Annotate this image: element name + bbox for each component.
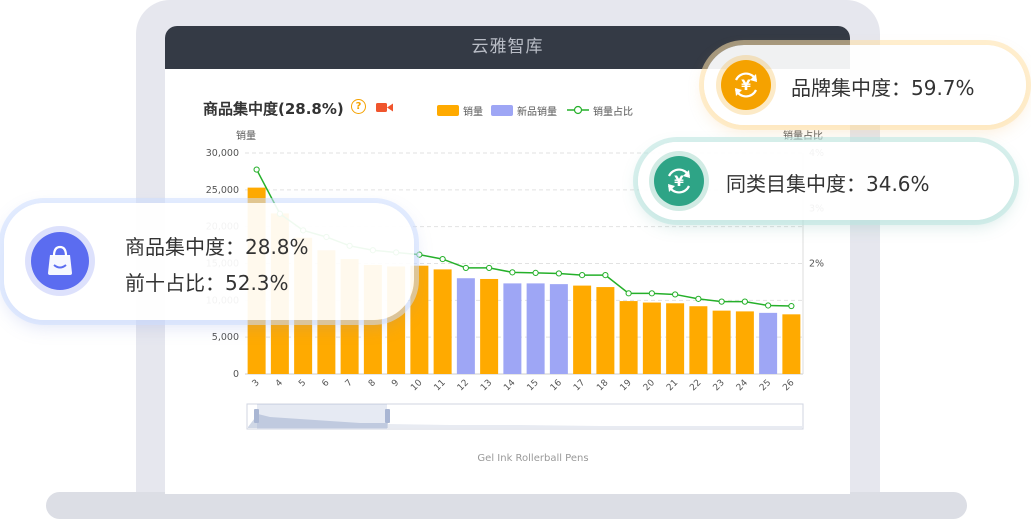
x-tick-label: 25 [758,378,773,393]
bar [456,278,475,374]
x-tick-label: 8 [367,378,378,389]
share-point [695,295,702,302]
share-point [532,269,539,276]
bar [759,312,778,374]
share-point [648,290,655,297]
brand-concentration-card: ¥ 品牌集中度：59.7% [704,45,1026,125]
svg-text:¥: ¥ [674,174,684,190]
y-tick-label: 25,000 [206,185,239,196]
yen-refresh-icon: ¥ [654,156,704,206]
bar [735,311,754,374]
bar [596,287,615,374]
x-axis-title: Gel Ink Rollerball Pens [477,453,588,464]
category-concentration-text: 同类目集中度：34.6% [726,172,930,196]
brand-concentration-text: 品牌集中度：59.7% [791,76,975,100]
bar [480,278,499,374]
share-point [555,270,562,277]
x-tick-label: 11 [433,378,448,393]
bar [689,306,708,374]
share-point [439,255,446,263]
bar [666,303,685,374]
x-tick-label: 21 [665,378,680,393]
share-point [509,269,516,276]
yen-refresh-icon: ¥ [721,60,771,110]
x-tick-label: 13 [479,378,494,393]
share-point [253,166,260,173]
svg-text:¥: ¥ [741,78,751,94]
share-point [416,251,423,258]
zoom-handle-left [254,409,259,423]
share-point [718,298,725,305]
zoom-slider-window [257,404,387,429]
share-point [462,264,469,272]
y-tick-label: 5,000 [212,332,239,343]
x-tick-label: 4 [274,378,285,389]
zoom-handle-right [385,409,390,423]
shopping-bag-icon [31,232,89,290]
product-concentration-card: 商品集中度：28.8% 前十占比：52.3% [4,203,414,320]
y2-tick-label: 2% [809,259,824,270]
share-point [741,298,748,305]
share-point [486,264,493,272]
bar [782,314,801,374]
y-tick-label: 30,000 [206,148,239,159]
x-tick-label: 15 [526,378,541,393]
bar [503,283,522,374]
x-tick-label: 22 [688,378,703,393]
share-point [672,291,679,298]
x-tick-label: 3 [251,378,262,389]
x-tick-label: 17 [572,378,587,393]
x-tick-label: 20 [642,378,657,393]
x-tick-label: 26 [781,378,796,393]
product-concentration-text: 商品集中度：28.8% [125,235,309,259]
bar [642,302,661,374]
bar [619,301,638,374]
x-tick-label: 19 [619,378,634,393]
x-tick-label: 18 [595,378,610,393]
share-point [579,272,586,279]
x-tick-label: 6 [320,378,331,389]
share-point [788,302,795,310]
share-point [602,272,609,279]
x-tick-label: 14 [502,378,517,393]
share-point [625,290,632,297]
bar [573,285,592,374]
x-tick-label: 23 [712,378,727,393]
x-tick-label: 24 [735,378,750,393]
y-tick-label: 0 [233,369,239,380]
bar [549,284,568,374]
bar [433,269,452,374]
y-axis-title: 销量 [236,129,256,142]
x-tick-label: 9 [390,378,401,389]
x-tick-label: 7 [344,378,355,389]
y2-axis-title: 销量占比 [783,129,823,142]
category-concentration-card: ¥ 同类目集中度：34.6% [638,142,1014,220]
bar [712,310,731,374]
x-tick-label: 12 [456,378,471,393]
share-point [765,302,772,309]
x-tick-label: 16 [549,378,564,393]
x-tick-label: 10 [409,378,424,393]
top-ten-share-text: 前十占比：52.3% [125,271,289,295]
bar [526,283,545,374]
x-tick-label: 5 [297,378,308,389]
